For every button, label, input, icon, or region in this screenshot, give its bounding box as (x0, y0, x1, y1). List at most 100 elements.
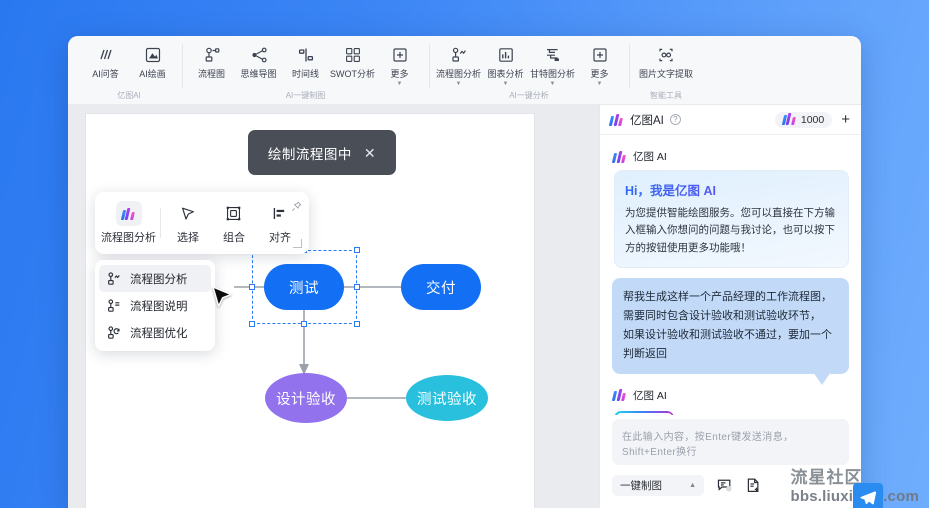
ribbon-button-ai-chat[interactable]: AI问答 (82, 42, 129, 80)
ribbon-button-label: 图片文字提取 (638, 69, 693, 79)
mini-toolbar-flowchart-analysis[interactable]: 流程图分析 (101, 201, 156, 245)
ribbon-group-ai-one-click-analyze: 流程图分析 ▼ 图表分析 ▼ 甘特图分析 ▼ 更多 ▼ AI一键分析 (429, 36, 629, 105)
chevron-down-icon: ▼ (455, 80, 462, 87)
mini-toolbar-select[interactable]: 选择 (165, 201, 211, 245)
ai-panel-title: 亿图AI (630, 114, 664, 127)
chevron-down-icon: ▼ (502, 80, 509, 87)
toolbar-divider (160, 208, 161, 238)
app-window: AI问答 AI绘画 亿图AI 流程图 思维导图 时间线 SWOT分析 更多 ▼ … (68, 36, 861, 508)
canvas-sheet[interactable]: 测试 交付 设计验收 测试验收 绘制流程图中 ✕ 流程图分析 选择 组合 对齐 … (86, 114, 534, 508)
eddx-ai-avatar-icon (611, 389, 627, 402)
assistant-message-bubble: Hi，我是亿图 AI 为您提供智能绘图服务。您可以直接在下方输入框输入你想问的问… (614, 170, 849, 268)
ribbon-button-more-analyze[interactable]: 更多 ▼ (576, 42, 623, 87)
ocr-icon (655, 44, 677, 66)
resize-handle-sw[interactable] (249, 321, 255, 327)
eddx-ai-logo-icon (608, 113, 624, 126)
ribbon-button-label: 思维导图 (240, 69, 277, 79)
ai-chat-thread: 亿图 AI Hi，我是亿图 AI 为您提供智能绘图服务。您可以直接在下方输入框输… (600, 135, 861, 415)
add-credits-button[interactable]: + (838, 112, 853, 127)
ribbon-button-mindmap[interactable]: 思维导图 (235, 42, 282, 80)
ribbon-button-flowchart-analyze[interactable]: 流程图分析 ▼ (435, 42, 482, 87)
dropdown-item-flowchart-description[interactable]: 流程图说明 (99, 292, 211, 319)
ribbon-button-more-draw[interactable]: 更多 ▼ (376, 42, 423, 87)
chevron-down-icon: ▼ (396, 80, 403, 87)
ribbon-button-ocr[interactable]: 图片文字提取 (635, 42, 697, 80)
ribbon-group-title: AI一键制图 (285, 91, 326, 100)
resize-grip-icon[interactable] (293, 239, 302, 248)
ribbon-button-label: 图表分析 (487, 69, 524, 79)
ribbon-group-ai-one-click-draw: 流程图 思维导图 时间线 SWOT分析 更多 ▼ AI一键制图 (182, 36, 429, 105)
workspace-body: 测试 交付 设计验收 测试验收 绘制流程图中 ✕ 流程图分析 选择 组合 对齐 … (68, 105, 861, 508)
dropdown-item-label: 流程图优化 (130, 327, 188, 340)
mini-toolbar-group[interactable]: 组合 (211, 201, 257, 245)
user-message-line: 如果设计验收和测试验收不通过，要加一个判断返回 (623, 328, 832, 360)
ribbon-button-ai-paint[interactable]: AI绘画 (129, 42, 176, 80)
flow-node-label: 设计验收 (276, 391, 336, 408)
user-message-line: 帮我生成这样一个产品经理的工作流程图， (623, 290, 832, 303)
ribbon-button-timeline[interactable]: 时间线 (282, 42, 329, 80)
close-icon[interactable]: ✕ (364, 146, 376, 160)
more-plus-icon (389, 44, 411, 66)
mini-toolbar-label: 对齐 (268, 232, 291, 244)
chevron-down-icon: ▼ (596, 80, 603, 87)
assistant-message-body: 为您提供智能绘图服务。您可以直接在下方输入框输入你想问的问题与我讨论，也可以按下… (625, 207, 835, 254)
ribbon-button-gantt-analyze[interactable]: 甘特图分析 ▼ (529, 42, 576, 87)
resize-handle-s[interactable] (301, 321, 307, 327)
chevron-down-icon: ▼ (549, 80, 556, 87)
flowchart-analyze-icon (106, 271, 122, 287)
flowchart-optimize-icon (106, 325, 122, 341)
mode-select[interactable]: 一键制图 ▲ (612, 475, 704, 496)
toast-message: 绘制流程图中 (267, 146, 352, 162)
pin-icon[interactable] (291, 199, 302, 211)
floating-mini-toolbar[interactable]: 流程图分析 选择 组合 对齐 (95, 192, 309, 254)
sender-name: 亿图 AI (633, 151, 667, 163)
dropdown-item-flowchart-analysis[interactable]: 流程图分析 (99, 265, 211, 292)
group-icon (221, 201, 247, 226)
mindmap-icon (248, 44, 270, 66)
sender-name: 亿图 AI (633, 389, 667, 402)
ribbon-button-flowchart[interactable]: 流程图 (188, 42, 235, 80)
flowchart-analysis-dropdown[interactable]: 流程图分析 流程图说明 流程图优化 (95, 260, 215, 351)
resize-handle-se[interactable] (354, 321, 360, 327)
pointer-icon (175, 201, 201, 226)
flowchart-describe-icon (106, 298, 122, 314)
ai-input-tools: 一键制图 ▲ (600, 465, 861, 508)
ai-panel-header: 亿图AI ? 1000 + (600, 105, 861, 135)
gantt-analyze-icon (542, 44, 564, 66)
mini-toolbar-label: 组合 (222, 232, 245, 244)
ribbon-group-eddx-ai: AI问答 AI绘画 亿图AI (76, 36, 182, 105)
new-document-icon[interactable] (745, 477, 762, 494)
flow-node-test-acceptance[interactable]: 测试验收 (406, 375, 488, 421)
ribbon-group-smart-tools: 图片文字提取 智能工具 (629, 36, 703, 105)
resize-handle-ne[interactable] (354, 247, 360, 253)
credits-badge[interactable]: 1000 (774, 111, 833, 128)
drawing-progress-toast: 绘制流程图中 ✕ (248, 130, 396, 175)
credits-value: 1000 (800, 113, 825, 126)
flowchart-icon (201, 44, 223, 66)
resize-handle-e[interactable] (354, 284, 360, 290)
ai-paint-icon (142, 44, 164, 66)
ribbon-button-swot[interactable]: SWOT分析 (329, 42, 376, 80)
chat-history-icon[interactable] (716, 477, 733, 494)
flow-node-label: 测试验收 (417, 391, 477, 408)
swot-icon (342, 44, 364, 66)
ribbon-button-label: AI问答 (92, 69, 119, 79)
eddx-ai-icon (115, 201, 142, 226)
ribbon-button-chart-analyze[interactable]: 图表分析 ▼ (482, 42, 529, 87)
help-circle-icon[interactable]: ? (669, 114, 681, 125)
flow-node-design-acceptance[interactable]: 设计验收 (265, 373, 347, 423)
mini-toolbar-label: 选择 (176, 232, 199, 244)
resize-handle-w[interactable] (249, 284, 255, 290)
canvas-area[interactable]: 测试 交付 设计验收 测试验收 绘制流程图中 ✕ 流程图分析 选择 组合 对齐 … (68, 105, 599, 508)
chart-analyze-icon (495, 44, 517, 66)
user-message-line: 需要同时包含设计验收和测试验收环节， (623, 309, 821, 322)
dropdown-item-flowchart-optimization[interactable]: 流程图优化 (99, 319, 211, 346)
ribbon-button-label: 时间线 (291, 69, 319, 79)
chat-input[interactable]: 在此输入内容，按Enter键发送消息，Shift+Enter换行 (612, 419, 849, 465)
flow-node-deliver[interactable]: 交付 (401, 264, 481, 310)
ribbon-toolbar: AI问答 AI绘画 亿图AI 流程图 思维导图 时间线 SWOT分析 更多 ▼ … (68, 36, 861, 105)
ribbon-group-title: AI一键分析 (509, 91, 549, 100)
ribbon-button-label: 甘特图分析 (529, 69, 575, 79)
ribbon-button-label: 流程图分析 (435, 69, 481, 79)
eddx-ai-avatar-icon (611, 150, 627, 163)
